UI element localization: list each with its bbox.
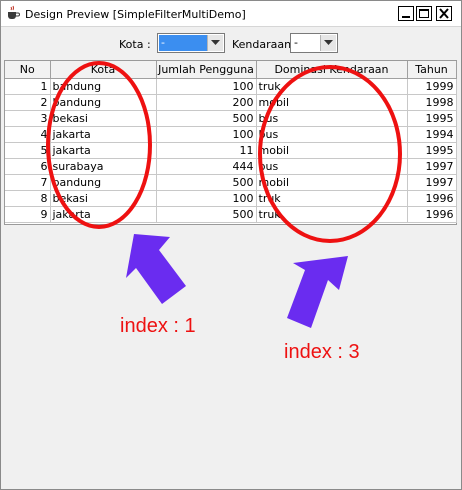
- window-title: Design Preview [SimpleFilterMultiDemo]: [25, 8, 246, 21]
- table-cell[interactable]: 444: [156, 158, 257, 175]
- close-icon: [439, 8, 449, 19]
- kendaraan-dropdown-button[interactable]: [320, 35, 336, 51]
- maximize-button[interactable]: [416, 6, 432, 21]
- data-table-container[interactable]: No Kota Jumlah Pengguna Dominasi Kendaraan T…: [4, 60, 457, 225]
- table-row[interactable]: 4 jakarta 100 bus 1994: [5, 126, 457, 143]
- table-cell[interactable]: 1: [5, 78, 51, 95]
- table-cell[interactable]: 3: [5, 110, 51, 127]
- table-cell[interactable]: 500: [156, 206, 257, 223]
- table-body: 1 bandung 100 truk 1999 2 bandung 200 mobil 1998 3…: [5, 78, 457, 223]
- table-header-row: No Kota Jumlah Pengguna Dominasi Kendaraan T…: [5, 61, 457, 79]
- table-cell[interactable]: bandung: [50, 94, 157, 111]
- table-cell[interactable]: 1997: [407, 158, 457, 175]
- table-cell[interactable]: 1997: [407, 174, 457, 191]
- table-cell[interactable]: 11: [156, 142, 257, 159]
- table-cell[interactable]: 4: [5, 126, 51, 143]
- table-row[interactable]: 5 jakarta 11 mobil 1995: [5, 142, 457, 159]
- kota-dropdown-button[interactable]: [207, 35, 223, 51]
- table-cell[interactable]: 200: [156, 94, 257, 111]
- minimize-button[interactable]: [398, 6, 414, 21]
- column-header[interactable]: Dominasi Kendaraan: [256, 61, 408, 79]
- table-cell[interactable]: 1998: [407, 94, 457, 111]
- table-cell[interactable]: bekasi: [50, 190, 157, 207]
- table-row[interactable]: 2 bandung 200 mobil 1998: [5, 94, 457, 111]
- column-header[interactable]: Jumlah Pengguna: [156, 61, 257, 79]
- table-cell[interactable]: 500: [156, 174, 257, 191]
- table-cell[interactable]: truk: [256, 190, 408, 207]
- table-cell[interactable]: jakarta: [50, 126, 157, 143]
- data-table: No Kota Jumlah Pengguna Dominasi Kendaraan T…: [5, 61, 457, 223]
- table-cell[interactable]: bandung: [50, 174, 157, 191]
- table-cell[interactable]: jakarta: [50, 206, 157, 223]
- kendaraan-label: Kendaraan :: [232, 38, 299, 51]
- table-row[interactable]: 7 bandung 500 mobil 1997: [5, 174, 457, 191]
- table-cell[interactable]: 500: [156, 110, 257, 127]
- table-row[interactable]: 6 surabaya 444 bus 1997: [5, 158, 457, 175]
- table-cell[interactable]: 5: [5, 142, 51, 159]
- annotation-index-3: index : 3: [284, 341, 360, 363]
- chevron-down-icon: [324, 40, 333, 45]
- chevron-down-icon: [211, 40, 220, 45]
- table-cell[interactable]: truk: [256, 78, 408, 95]
- table-cell[interactable]: 6: [5, 158, 51, 175]
- table-cell[interactable]: 1996: [407, 190, 457, 207]
- table-row[interactable]: 9 jakarta 500 truk 1996: [5, 206, 457, 223]
- table-cell[interactable]: 1995: [407, 142, 457, 159]
- table-cell[interactable]: 1995: [407, 110, 457, 127]
- table-cell[interactable]: bus: [256, 126, 408, 143]
- table-cell[interactable]: 1999: [407, 78, 457, 95]
- table-cell[interactable]: 1994: [407, 126, 457, 143]
- table-cell[interactable]: bus: [256, 110, 408, 127]
- maximize-icon: [419, 9, 429, 18]
- table-cell[interactable]: bekasi: [50, 110, 157, 127]
- table-cell[interactable]: mobil: [256, 174, 408, 191]
- column-header[interactable]: Tahun: [407, 61, 457, 79]
- table-cell[interactable]: 9: [5, 206, 51, 223]
- table-cell[interactable]: 7: [5, 174, 51, 191]
- table-row[interactable]: 8 bekasi 100 truk 1996: [5, 190, 457, 207]
- kota-selected-value: -: [159, 35, 207, 51]
- table-cell[interactable]: bandung: [50, 78, 157, 95]
- table-cell[interactable]: 100: [156, 190, 257, 207]
- table-cell[interactable]: truk: [256, 206, 408, 223]
- app-window: Design Preview [SimpleFilterMultiDemo] K…: [0, 0, 462, 490]
- table-cell[interactable]: bus: [256, 158, 408, 175]
- kendaraan-selected-value: -: [294, 36, 298, 49]
- table-cell[interactable]: mobil: [256, 94, 408, 111]
- kota-combobox[interactable]: -: [157, 33, 225, 53]
- table-cell[interactable]: mobil: [256, 142, 408, 159]
- table-cell[interactable]: surabaya: [50, 158, 157, 175]
- title-bar[interactable]: Design Preview [SimpleFilterMultiDemo]: [1, 1, 461, 27]
- kota-label: Kota :: [119, 38, 151, 51]
- java-cup-icon: [5, 5, 21, 21]
- annotation-index-1: index : 1: [120, 315, 196, 337]
- table-cell[interactable]: 8: [5, 190, 51, 207]
- table-cell[interactable]: 2: [5, 94, 51, 111]
- kendaraan-combobox[interactable]: -: [290, 33, 338, 53]
- table-row[interactable]: 3 bekasi 500 bus 1995: [5, 110, 457, 127]
- table-cell[interactable]: 100: [156, 126, 257, 143]
- column-header[interactable]: No: [5, 61, 51, 79]
- filter-bar: Kota : - Kendaraan : -: [1, 31, 461, 55]
- table-cell[interactable]: 100: [156, 78, 257, 95]
- table-cell[interactable]: jakarta: [50, 142, 157, 159]
- column-header[interactable]: Kota: [50, 61, 157, 79]
- minimize-icon: [402, 16, 410, 18]
- table-row[interactable]: 1 bandung 100 truk 1999: [5, 78, 457, 95]
- close-button[interactable]: [436, 6, 452, 21]
- table-cell[interactable]: 1996: [407, 206, 457, 223]
